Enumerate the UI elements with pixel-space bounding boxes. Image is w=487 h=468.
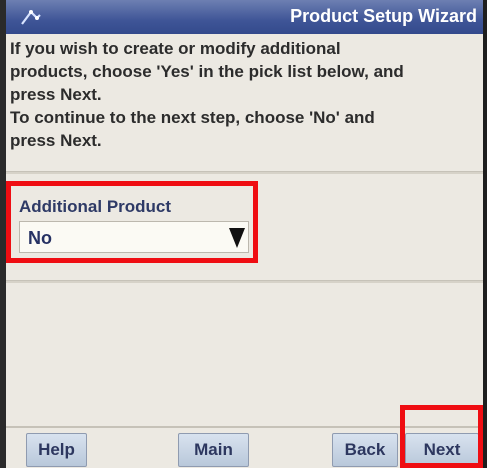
section-divider bbox=[6, 171, 483, 174]
main-button[interactable]: Main bbox=[178, 433, 249, 467]
instruction-line: To continue to the next step, choose 'No… bbox=[10, 108, 375, 127]
instruction-line: press Next. bbox=[10, 131, 102, 150]
instruction-line: If you wish to create or modify addition… bbox=[10, 39, 341, 58]
additional-product-label: Additional Product bbox=[19, 197, 172, 216]
device-bezel-right bbox=[483, 0, 487, 468]
help-button[interactable]: Help bbox=[26, 433, 87, 467]
window-title: Product Setup Wizard bbox=[290, 6, 477, 26]
instruction-line: press Next. bbox=[10, 85, 102, 104]
product-setup-wizard-window: Product Setup Wizard If you wish to crea… bbox=[0, 0, 487, 468]
instructions-text: If you wish to create or modify addition… bbox=[10, 37, 480, 152]
next-button-highlight bbox=[400, 405, 483, 468]
section-divider bbox=[6, 280, 483, 283]
window-titlebar: Product Setup Wizard bbox=[6, 0, 483, 34]
additional-product-select[interactable]: No bbox=[19, 221, 249, 253]
wizard-icon bbox=[21, 10, 41, 25]
selected-value: No bbox=[28, 228, 52, 248]
instruction-line: products, choose 'Yes' in the pick list … bbox=[10, 62, 404, 81]
dropdown-arrow-icon[interactable] bbox=[228, 224, 246, 250]
back-button[interactable]: Back bbox=[332, 433, 398, 467]
